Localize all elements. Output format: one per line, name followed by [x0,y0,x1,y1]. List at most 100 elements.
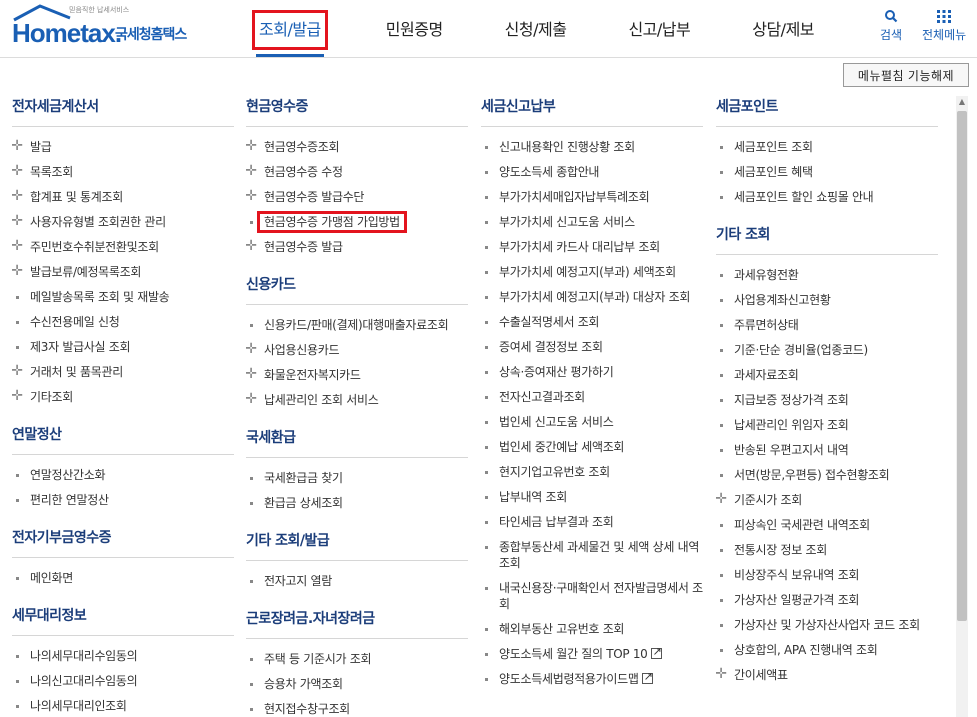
menu-item[interactable]: 현지기업고유번호 조회 [481,460,703,485]
expand-plus-icon[interactable]: ✛ [244,164,258,178]
menu-expand-toggle-button[interactable]: 메뉴펼침 기능해제 [843,63,969,87]
menu-category-title[interactable]: 세금신고납부 [481,96,703,118]
nav-tab-4[interactable]: 신고/납부 [624,10,694,50]
expand-plus-icon[interactable]: ✛ [10,264,24,278]
menu-item[interactable]: 가상자산 및 가상자산사업자 코드 조회 [716,613,938,638]
menu-item[interactable]: ✛ 화물운전자복지카드 [244,363,468,388]
menu-item[interactable]: 부가가치세 예정고지(부과) 대상자 조회 [481,285,703,310]
menu-category-title[interactable]: 연말정산 [12,424,234,446]
menu-item[interactable]: 연말정산간소화 [12,463,234,488]
nav-tab-5[interactable]: 상담/제보 [748,10,818,50]
menu-item[interactable]: 법인세 신고도움 서비스 [481,410,703,435]
menu-item[interactable]: 나의신고대리수임동의 [12,669,234,694]
menu-item[interactable]: 메일발송목록 조회 및 재발송 [12,285,234,310]
scroll-up-arrow-icon[interactable]: ▲ [956,96,968,108]
menu-category-title[interactable]: 신용카드 [246,274,468,296]
menu-item[interactable]: 부가가치세 신고도움 서비스 [481,210,703,235]
hometax-logo[interactable]: 믿음직한 납세서비스 Hometax. 국세청홈택스 [12,4,197,48]
menu-item[interactable]: 주택 등 기준시가 조회 [246,647,468,672]
menu-item[interactable]: 과세유형전환 [716,263,938,288]
menu-category-title[interactable]: 전자기부금영수증 [12,527,234,549]
expand-plus-icon[interactable]: ✛ [10,364,24,378]
menu-item[interactable]: ✛ 발급 [10,135,234,160]
menu-item[interactable]: ✛ 합계표 및 통계조회 [10,185,234,210]
menu-category-title[interactable]: 현금영수증 [246,96,468,118]
menu-item[interactable]: ✛ 현금영수증조회 [245,135,468,160]
menu-item[interactable]: 해외부동산 고유번호 조회 [481,617,703,642]
menu-item[interactable]: 주류면허상태 [716,313,938,338]
expand-plus-icon[interactable]: ✛ [714,667,728,681]
menu-item[interactable]: 비상장주식 보유내역 조회 [716,563,938,588]
menu-item[interactable]: ✛ 기준시가 조회 [714,488,938,513]
menu-item[interactable]: 서면(방문,우편등) 접수현황조회 [716,463,938,488]
all-menu-button[interactable]: 전체메뉴 [922,8,966,43]
menu-item[interactable]: ✛ 사업용신용카드 [245,338,468,363]
expand-plus-icon[interactable]: ✛ [10,139,24,153]
scrollbar-thumb[interactable] [957,111,967,621]
menu-item[interactable]: 상호합의, APA 진행내역 조회 [716,638,938,663]
menu-item[interactable]: 전자신고결과조회 [481,385,703,410]
menu-item[interactable]: 가상자산 일평균가격 조회 [716,588,938,613]
menu-item[interactable]: 현지접수창구조회 [246,697,468,717]
menu-item[interactable]: 부가가치세 예정고지(부과) 세액조회 [481,260,703,285]
menu-item[interactable]: ✛ 목록조회 [10,160,234,185]
menu-item[interactable]: 피상속인 국세관련 내역조회 [716,513,938,538]
menu-item[interactable]: 나의세무대리수임동의 [12,644,234,669]
menu-item[interactable]: ✛ 발급보류/예정목록조회 [10,260,234,285]
menu-category-title[interactable]: 전자세금계산서 [12,96,234,118]
menu-item[interactable]: 환급금 상세조회 [246,491,468,516]
menu-item[interactable]: 양도소득세 월간 질의 TOP 10 [481,642,703,667]
expand-plus-icon[interactable]: ✛ [10,214,24,228]
menu-item[interactable]: 승용차 가액조회 [246,672,468,697]
menu-item[interactable]: 국세환급금 찾기 [246,466,468,491]
expand-plus-icon[interactable]: ✛ [244,239,258,253]
menu-item[interactable]: ✛ 현금영수증 수정 [244,160,468,185]
nav-tab-1[interactable]: 조회/발급 [252,10,328,50]
menu-category-title[interactable]: 기타 조회 [716,224,938,246]
menu-item[interactable]: 지급보증 정상가격 조회 [716,388,938,413]
menu-item[interactable]: 상속·증여재산 평가하기 [481,360,703,385]
menu-item[interactable]: 나의세무대리인조회 [12,694,234,717]
menu-item[interactable]: 반송된 우편고지서 내역 [716,438,938,463]
menu-item[interactable]: 메인화면 [12,566,234,591]
menu-item[interactable]: ✛ 간이세액표 [714,663,938,688]
menu-item[interactable]: 기준·단순 경비율(업종코드) [716,338,938,363]
menu-item[interactable]: 타인세금 납부결과 조회 [481,510,703,535]
expand-plus-icon[interactable]: ✛ [10,189,24,203]
expand-plus-icon[interactable]: ✛ [244,367,258,381]
menu-item[interactable]: ✛ 기타조회 [11,385,234,410]
menu-item[interactable]: 신용카드/판매(결제)대행매출자료조회 [246,313,468,338]
menu-item[interactable]: 양도소득세법령적용가이드맵 [481,667,703,692]
menu-item[interactable]: 신고내용확인 진행상황 조회 [481,135,703,160]
menu-category-title[interactable]: 국세환급 [246,427,468,449]
menu-item[interactable]: ✛ 현금영수증 발급 [244,235,468,260]
expand-plus-icon[interactable]: ✛ [244,392,258,406]
menu-item[interactable]: 수신전용메일 신청 [12,310,234,335]
menu-category-title[interactable]: 기타 조회/발급 [246,530,468,552]
menu-item[interactable]: 종합부동산세 과세물건 및 세액 상세 내역 조회 [481,535,703,576]
menu-item[interactable]: ✛ 주민번호수취분전환및조회 [10,235,234,260]
menu-item[interactable]: 사업용계좌신고현황 [716,288,938,313]
expand-plus-icon[interactable]: ✛ [244,189,258,203]
vertical-scrollbar[interactable]: ▲ [956,96,968,717]
menu-item[interactable]: 납부내역 조회 [481,485,703,510]
menu-item[interactable]: 세금포인트 혜택 [716,160,938,185]
menu-item[interactable]: 세금포인트 할인 쇼핑몰 안내 [716,185,938,210]
menu-item[interactable]: 양도소득세 종합안내 [481,160,703,185]
expand-plus-icon[interactable]: ✛ [10,239,24,253]
menu-item[interactable]: 증여세 결정정보 조회 [481,335,703,360]
nav-tab-3[interactable]: 신청/제출 [501,10,571,50]
menu-item[interactable]: 내국신용장·구매확인서 전자발급명세서 조회 [481,576,703,617]
menu-item[interactable]: 수출실적명세서 조회 [481,310,703,335]
expand-plus-icon[interactable]: ✛ [714,492,728,506]
menu-item[interactable]: ✛ 거래처 및 품목관리 [10,360,234,385]
menu-item[interactable]: ✛ 현금영수증 발급수단 [244,185,468,210]
menu-item[interactable]: 편리한 연말정산 [12,488,234,513]
menu-item[interactable]: 제3자 발급사실 조회 [12,335,234,360]
expand-plus-icon[interactable]: ✛ [10,164,24,178]
menu-category-title[interactable]: 세금포인트 [716,96,938,118]
menu-category-title[interactable]: 세무대리정보 [12,605,234,627]
menu-item[interactable]: 세금포인트 조회 [716,135,938,160]
menu-category-title[interactable]: 근로장려금.자녀장려금 [246,608,468,630]
menu-item[interactable]: 과세자료조회 [716,363,938,388]
